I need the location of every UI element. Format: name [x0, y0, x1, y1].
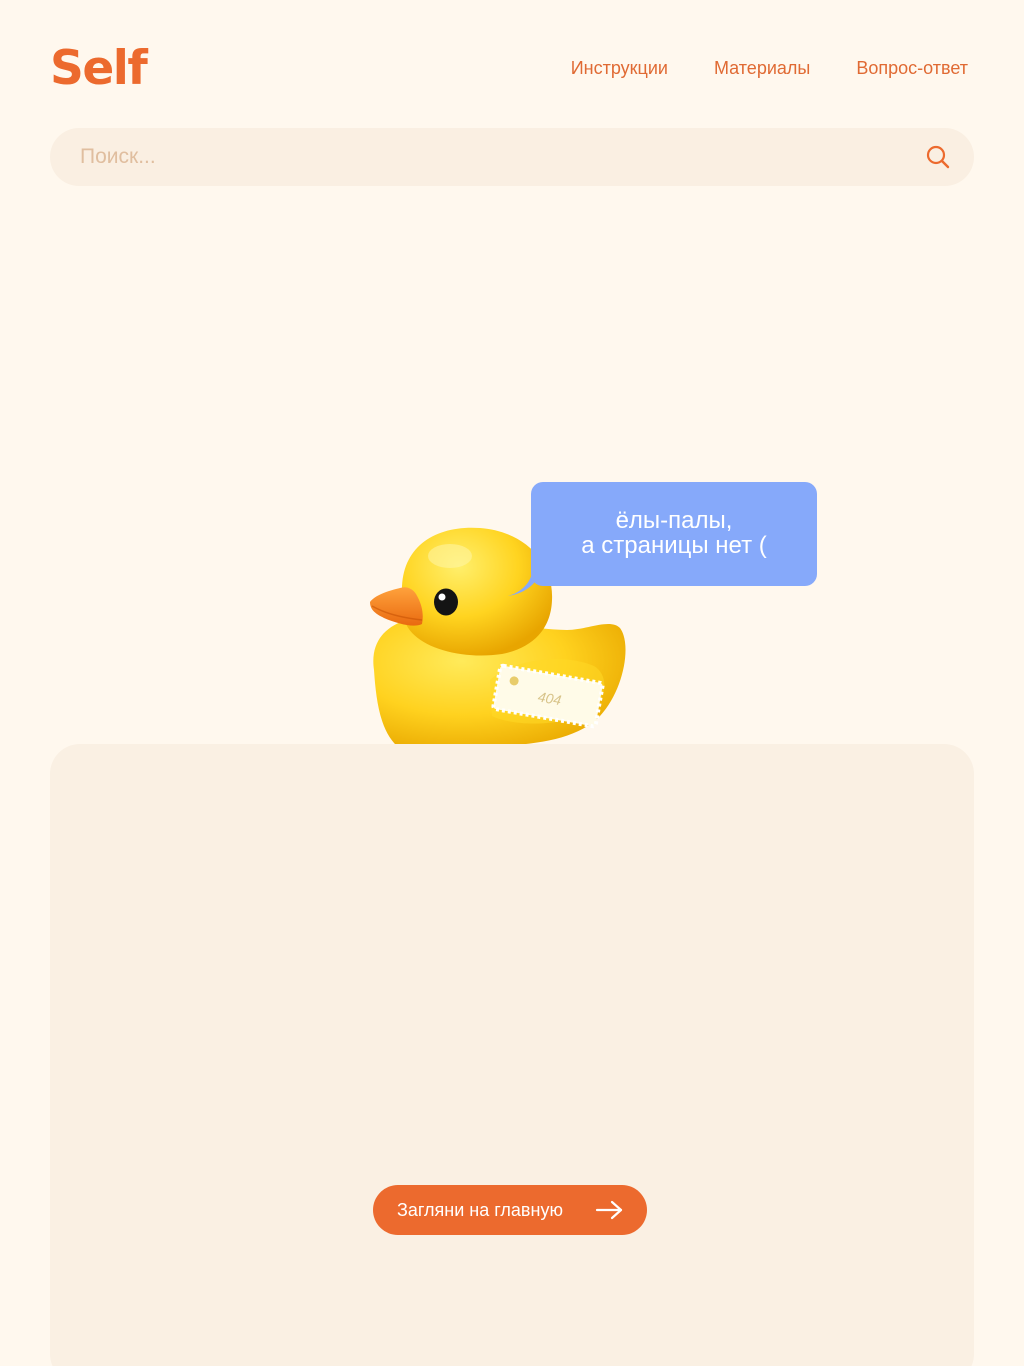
arrow-right-icon — [595, 1200, 623, 1220]
page: Self Инструкции Материалы Вопрос-ответ П… — [0, 0, 1024, 1366]
search-bar — [50, 128, 974, 186]
main-nav: Инструкции Материалы Вопрос-ответ — [571, 56, 968, 80]
logo[interactable]: Self — [50, 40, 148, 98]
bubble-line-1: ёлы-палы, — [615, 507, 733, 534]
search-icon[interactable] — [924, 143, 952, 171]
nav-link-instructions[interactable]: Инструкции — [571, 56, 668, 80]
search-input[interactable] — [80, 128, 900, 186]
content-panel — [50, 744, 974, 1366]
bubble-line-2: а страницы нет ( — [581, 532, 767, 559]
nav-link-materials[interactable]: Материалы — [714, 56, 810, 80]
nav-link-faq[interactable]: Вопрос-ответ — [856, 56, 968, 80]
go-home-label: Загляни на главную — [397, 1200, 563, 1220]
go-home-button[interactable]: Загляни на главную — [373, 1185, 647, 1235]
speech-bubble: ёлы-палы, а страницы нет ( — [531, 482, 817, 586]
